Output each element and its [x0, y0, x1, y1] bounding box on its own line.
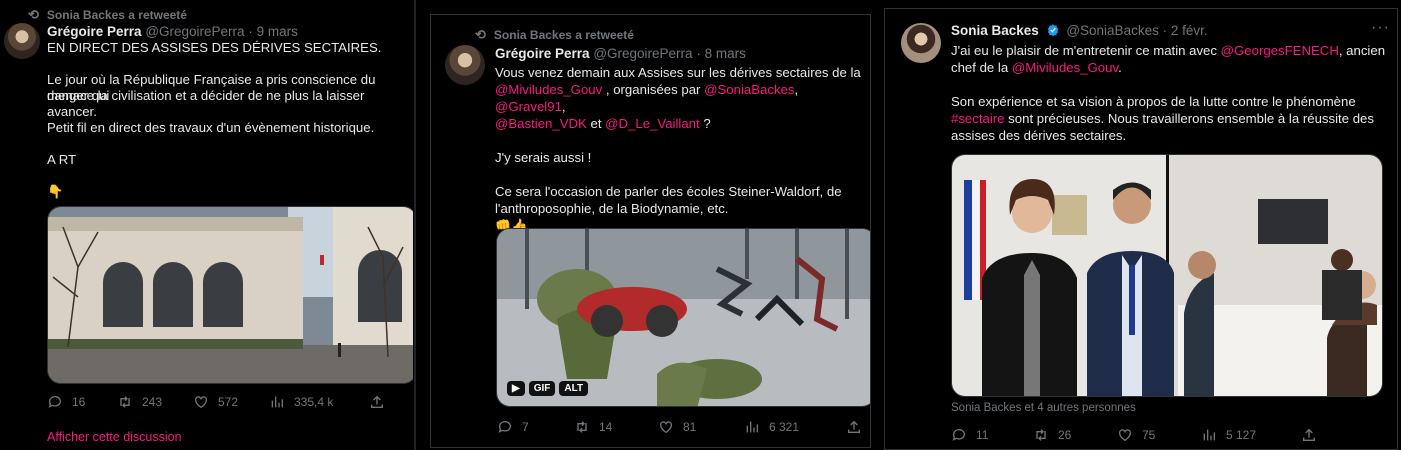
like-button[interactable]: 75: [1117, 427, 1201, 443]
tweet-actions: 16 243 572 335,4 k: [47, 394, 387, 410]
tweet-actions: 7 14 81 6 321: [497, 419, 867, 435]
retweet-icon: ⟲: [475, 27, 486, 42]
tweet-gif[interactable]: ▶ GIF ALT: [496, 228, 870, 407]
reply-icon: [498, 421, 511, 433]
tweet-header: Grégoire Perra @GregoirePerra · 9 mars: [47, 24, 298, 39]
retweet-button[interactable]: 26: [1033, 427, 1117, 443]
heart-icon: [195, 396, 207, 409]
share-button[interactable]: [1301, 427, 1317, 443]
mention-georgesfenech[interactable]: @GeorgesFENECH: [1221, 43, 1339, 58]
reply-icon: [48, 396, 61, 408]
views-button[interactable]: 6 321: [744, 419, 846, 435]
retweet-indicator: ⟲ Sonia Backes a retweeté: [28, 7, 187, 23]
retweet-indicator: ⟲ Sonia Backes a retweeté: [475, 27, 634, 43]
tweet-text: Vous venez demain aux Assises sur les dé…: [495, 65, 861, 233]
tweet-panel-3[interactable]: Sonia Backes @SoniaBackes · 2 févr. ··· …: [884, 8, 1398, 450]
tweet-actions: 11 26 75 5 127: [951, 427, 1381, 443]
reply-button[interactable]: 11: [951, 427, 1033, 443]
like-button[interactable]: 572: [193, 394, 269, 410]
more-options-icon[interactable]: ···: [1371, 19, 1390, 37]
retweet-icon: ⟲: [28, 7, 39, 22]
retweet-button[interactable]: 14: [574, 419, 658, 435]
tweet-text: J'ai eu le plaisir de m'entretenir ce ma…: [951, 43, 1386, 143]
share-button[interactable]: [369, 394, 385, 410]
tweet-panel-1[interactable]: ⟲ Sonia Backes a retweeté Grégoire Perra…: [0, 0, 413, 450]
retweet-icon: [577, 421, 587, 433]
heart-icon: [1119, 429, 1131, 442]
views-button[interactable]: 335,4 k: [269, 394, 369, 410]
author-handle[interactable]: @GregoirePerra: [593, 46, 692, 61]
tweet-header: Sonia Backes @SoniaBackes · 2 févr.: [951, 23, 1208, 38]
tweet-panel-2[interactable]: ⟲ Sonia Backes a retweeté Grégoire Perra…: [430, 14, 871, 448]
tweet-photo[interactable]: [47, 206, 413, 384]
tweet-date[interactable]: 9 mars: [257, 24, 298, 39]
views-icon: [746, 421, 758, 433]
avatar[interactable]: [901, 23, 941, 63]
retweet-label: Sonia Backes a retweeté: [46, 8, 187, 22]
gif-badge: GIF: [528, 381, 556, 396]
share-icon: [1303, 428, 1315, 441]
views-button[interactable]: 5 127: [1201, 427, 1301, 443]
retweet-button[interactable]: 243: [117, 394, 193, 410]
share-button[interactable]: [846, 419, 862, 435]
author-name[interactable]: Sonia Backes: [951, 23, 1039, 38]
avatar[interactable]: [4, 23, 40, 59]
mention-soniabackes[interactable]: @SoniaBackes: [704, 82, 794, 97]
photo-meeting: [952, 155, 1382, 396]
liked-by-text[interactable]: Sonia Backes et 4 autres personnes: [951, 402, 1136, 414]
reply-icon: [952, 429, 965, 441]
reply-button[interactable]: 16: [47, 394, 117, 410]
views-icon: [1203, 429, 1215, 441]
mention-miviludes[interactable]: @Miviludes_Gouv: [1012, 60, 1118, 75]
mention-miviludes[interactable]: @Miviludes_Gouv: [495, 82, 602, 97]
retweet-icon: [120, 396, 130, 408]
gif-controls: ▶ GIF ALT: [507, 381, 589, 396]
tweet-text: EN DIRECT DES ASSISES DES DÉRIVES SECTAI…: [47, 40, 382, 199]
author-handle[interactable]: @SoniaBackes: [1066, 23, 1159, 38]
show-thread-link[interactable]: Afficher cette discussion: [47, 430, 182, 444]
share-icon: [371, 395, 383, 408]
mention-levaillant[interactable]: @D_Le_Vaillant: [605, 116, 700, 131]
like-button[interactable]: 81: [658, 419, 744, 435]
retweet-icon: [1036, 429, 1046, 441]
mention-bastien[interactable]: @Bastien_VDK: [495, 116, 587, 131]
play-icon[interactable]: ▶: [507, 381, 525, 396]
views-icon: [271, 396, 283, 408]
mention-gravel91[interactable]: @Gravel91: [495, 99, 562, 114]
author-name[interactable]: Grégoire Perra: [47, 24, 142, 39]
share-icon: [848, 420, 860, 433]
alt-badge[interactable]: ALT: [559, 381, 589, 396]
author-name[interactable]: Grégoire Perra: [495, 46, 590, 61]
photo-building-courtyard: [48, 207, 413, 383]
reply-button[interactable]: 7: [497, 419, 574, 435]
tweet-photos[interactable]: [951, 154, 1383, 397]
author-handle[interactable]: @GregoirePerra: [145, 24, 244, 39]
heart-icon: [660, 421, 672, 434]
retweet-label: Sonia Backes a retweeté: [493, 28, 634, 42]
tweet-date[interactable]: 8 mars: [705, 46, 746, 61]
avatar[interactable]: [445, 45, 485, 85]
hashtag-sectaire[interactable]: #sectaire: [951, 111, 1005, 126]
tweet-header: Grégoire Perra @GregoirePerra · 8 mars: [495, 46, 746, 61]
tweet-date[interactable]: 2 févr.: [1171, 23, 1208, 38]
verified-badge-icon: [1047, 24, 1058, 37]
column-divider: [414, 0, 416, 450]
